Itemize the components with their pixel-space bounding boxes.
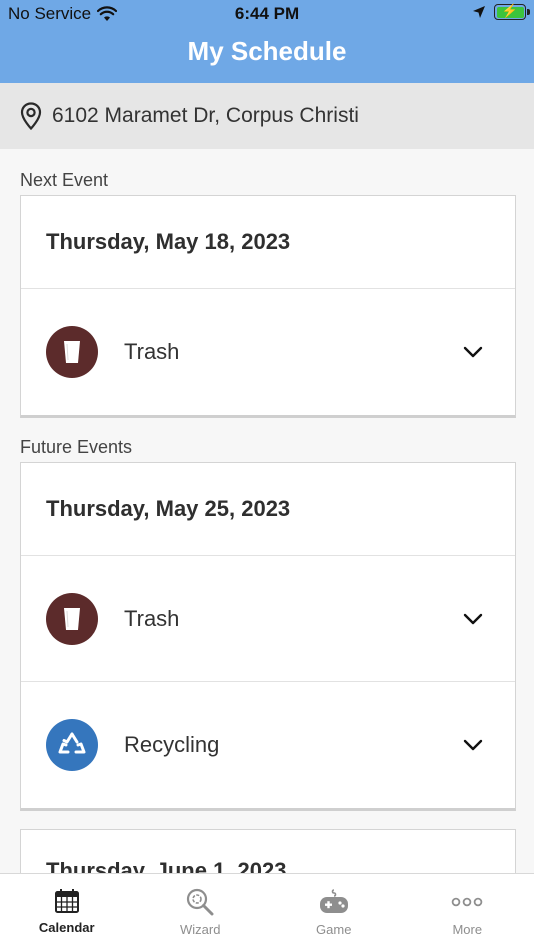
tab-label: Wizard <box>180 922 221 937</box>
trash-bin-icon <box>46 326 98 378</box>
event-date: Thursday, May 25, 2023 <box>21 463 515 556</box>
status-right: ⚡ <box>472 3 530 20</box>
battery-icon: ⚡ <box>494 3 530 20</box>
event-row-trash[interactable]: Trash <box>21 289 515 415</box>
event-date: Thursday, May 18, 2023 <box>21 196 515 289</box>
chevron-down-icon[interactable] <box>463 613 483 625</box>
recycle-icon <box>46 719 98 771</box>
tab-calendar[interactable]: Calendar <box>0 874 134 950</box>
app-header: No Service 6:44 PM ⚡ My Schedule <box>0 0 534 83</box>
future-event-card: Thursday, May 25, 2023 Trash Recycling <box>20 462 516 811</box>
gamepad-icon <box>319 889 348 913</box>
tab-game[interactable]: Game <box>267 874 401 950</box>
tab-bar: Calendar Wizard Game More <box>0 873 534 950</box>
tab-more[interactable]: More <box>401 874 534 950</box>
chevron-down-icon[interactable] <box>463 739 483 751</box>
tab-label: Game <box>316 922 352 937</box>
tab-wizard[interactable]: Wizard <box>134 874 268 950</box>
location-arrow-icon <box>473 6 485 18</box>
event-label: Recycling <box>124 732 220 757</box>
event-label: Trash <box>124 605 180 631</box>
status-bar: No Service 6:44 PM ⚡ <box>0 0 534 28</box>
page-title: My Schedule <box>187 36 347 66</box>
address-text: 6102 Maramet Dr, Corpus Christi <box>52 104 359 127</box>
wizard-search-icon <box>187 888 214 916</box>
future-events-label: Future Events <box>20 437 133 457</box>
more-dots-icon <box>451 897 483 907</box>
tab-label: Calendar <box>38 920 95 935</box>
next-event-label: Next Event <box>20 170 109 190</box>
calendar-icon <box>54 889 79 913</box>
event-row-trash[interactable]: Trash <box>21 556 515 682</box>
event-label: Trash <box>124 339 180 364</box>
next-event-card: Thursday, May 18, 2023 Trash <box>20 195 516 418</box>
carrier-label: No Service <box>8 4 92 23</box>
tab-label: More <box>452 922 483 937</box>
event-row-recycling[interactable]: Recycling <box>21 682 515 808</box>
wifi-icon <box>97 6 118 21</box>
trash-bin-icon <box>46 592 98 645</box>
address-bar[interactable]: 6102 Maramet Dr, Corpus Christi <box>0 83 534 149</box>
chevron-down-icon[interactable] <box>463 346 483 358</box>
status-left: No Service <box>8 4 118 24</box>
location-pin-icon <box>20 102 42 130</box>
